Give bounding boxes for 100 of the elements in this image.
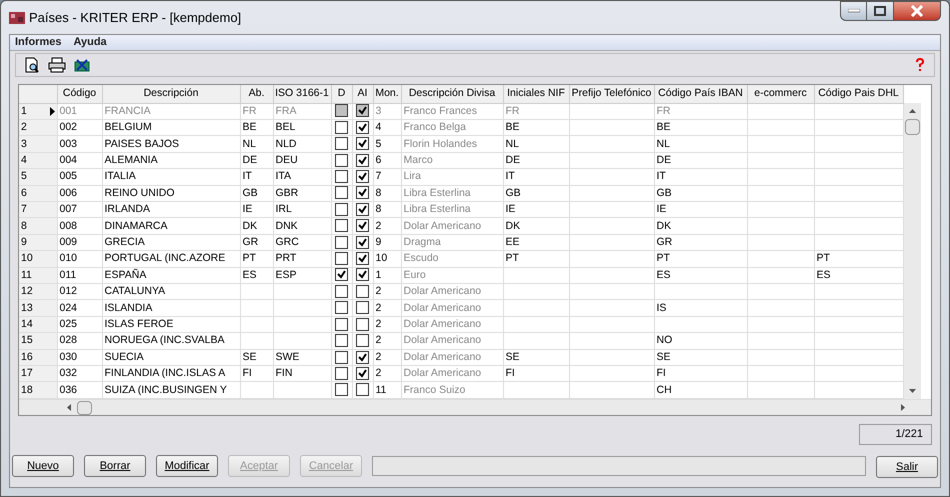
action-button[interactable]: Nuevo xyxy=(12,455,74,478)
table-cell: 009 xyxy=(60,236,78,248)
table-cell: 004 xyxy=(60,154,78,166)
table-cell: EE xyxy=(506,236,520,248)
checkbox[interactable] xyxy=(335,284,348,298)
vertical-scrollbar[interactable] xyxy=(904,103,920,399)
checkbox[interactable] xyxy=(356,120,369,134)
column-header[interactable]: Código xyxy=(62,87,96,100)
checkbox[interactable] xyxy=(356,268,369,282)
table-cell: Marco xyxy=(404,154,433,166)
table-cell: GR xyxy=(656,236,672,248)
help-icon[interactable] xyxy=(914,58,926,72)
checkbox[interactable] xyxy=(356,137,369,150)
column-header[interactable]: e-commerc xyxy=(754,87,807,100)
table-cell: 8 xyxy=(376,203,382,216)
checkbox[interactable] xyxy=(335,137,348,150)
table-cell: FR xyxy=(656,104,670,117)
checkbox[interactable] xyxy=(356,350,369,364)
table-cell: GBR xyxy=(276,186,298,199)
table-cell: Dolar Americano xyxy=(404,318,482,330)
checkbox[interactable] xyxy=(356,170,369,184)
checkbox[interactable] xyxy=(335,202,348,216)
checkbox[interactable] xyxy=(335,236,348,249)
checkbox[interactable] xyxy=(356,154,369,167)
table-cell: SUIZA (INC.BUSINGEN Y xyxy=(104,384,227,396)
table-cell: Euro xyxy=(404,268,426,281)
checkbox[interactable] xyxy=(335,366,348,380)
column-header[interactable]: ISO 3166-1 xyxy=(275,87,329,100)
column-header[interactable]: Código Pais DHL xyxy=(818,87,899,100)
column-header[interactable]: Descripción Divisa xyxy=(408,87,496,100)
row-number: 2 xyxy=(21,120,27,136)
table-cell: 1 xyxy=(376,268,382,281)
column-header[interactable]: Mon. xyxy=(375,87,399,100)
checkbox[interactable] xyxy=(356,219,369,232)
table-cell: FI xyxy=(506,367,515,380)
checkbox[interactable] xyxy=(356,334,369,348)
action-button[interactable]: Modificar xyxy=(156,455,218,478)
checkbox[interactable] xyxy=(356,186,369,200)
checkbox[interactable] xyxy=(335,268,348,282)
table-cell: 003 xyxy=(60,138,78,150)
row-number: 10 xyxy=(21,251,33,266)
checkbox[interactable] xyxy=(335,301,348,314)
checkbox[interactable] xyxy=(356,383,369,396)
scroll-thumb[interactable] xyxy=(77,400,92,414)
column-header[interactable]: Ab. xyxy=(248,87,264,100)
table-cell: IRLANDA xyxy=(104,203,150,216)
checkbox[interactable] xyxy=(356,236,369,249)
checkbox[interactable] xyxy=(335,170,348,184)
column-header[interactable]: D xyxy=(338,87,346,100)
horizontal-scrollbar[interactable] xyxy=(19,399,931,415)
column-header[interactable]: Descripción xyxy=(144,87,198,100)
table-cell: DK xyxy=(242,220,258,232)
action-button[interactable]: Borrar xyxy=(84,455,146,478)
checkbox[interactable] xyxy=(335,383,348,396)
checkbox[interactable] xyxy=(335,350,348,364)
table-cell: 2 xyxy=(376,334,382,346)
checkbox[interactable] xyxy=(335,104,348,118)
column-header[interactable]: Código País IBAN xyxy=(658,87,743,100)
checkbox[interactable] xyxy=(335,252,348,266)
table-cell: GR xyxy=(242,236,258,248)
checkbox[interactable] xyxy=(335,334,348,348)
table-cell: GB xyxy=(242,186,258,199)
column-header[interactable]: AI xyxy=(358,87,368,100)
table-cell: Libra Esterlina xyxy=(404,186,471,199)
checkbox[interactable] xyxy=(356,104,369,118)
checkbox[interactable] xyxy=(356,284,369,298)
checkbox[interactable] xyxy=(335,219,348,232)
checkbox[interactable] xyxy=(356,301,369,314)
scroll-thumb[interactable] xyxy=(904,119,920,135)
checkbox[interactable] xyxy=(356,318,369,331)
column-header[interactable]: Prefijo Telefónico xyxy=(572,87,652,100)
table-cell: FINLANDIA (INC.ISLAS A xyxy=(104,367,226,380)
table-cell: 028 xyxy=(60,334,78,346)
table-cell: 6 xyxy=(376,154,382,166)
print-preview-icon[interactable] xyxy=(24,57,40,73)
table-cell: ISLANDIA xyxy=(104,302,152,314)
table-cell: 007 xyxy=(60,203,78,216)
checkbox[interactable] xyxy=(335,186,348,200)
checkbox[interactable] xyxy=(335,318,348,331)
table-cell: GRC xyxy=(276,236,299,248)
column-header[interactable]: Iniciales NIF xyxy=(507,87,565,100)
checkbox[interactable] xyxy=(335,154,348,167)
table-cell: NL xyxy=(242,138,256,150)
table-cell: ISLAS FEROE xyxy=(104,318,174,330)
table-cell: SE xyxy=(506,350,520,363)
menu-item[interactable]: Informes xyxy=(15,34,62,51)
close-button[interactable] xyxy=(893,1,941,21)
action-button[interactable]: Salir xyxy=(876,456,938,478)
spreadsheet-export-icon[interactable] xyxy=(74,58,90,72)
table-cell: ES xyxy=(656,268,671,281)
checkbox[interactable] xyxy=(335,120,348,134)
minimize-button[interactable] xyxy=(840,1,867,21)
checkbox[interactable] xyxy=(356,252,369,266)
table-cell: 006 xyxy=(60,186,78,199)
maximize-button[interactable] xyxy=(867,1,893,21)
checkbox[interactable] xyxy=(356,202,369,216)
table-cell: 036 xyxy=(60,384,78,396)
menu-item[interactable]: Ayuda xyxy=(73,34,107,51)
checkbox[interactable] xyxy=(356,366,369,380)
printer-icon[interactable] xyxy=(48,57,66,73)
